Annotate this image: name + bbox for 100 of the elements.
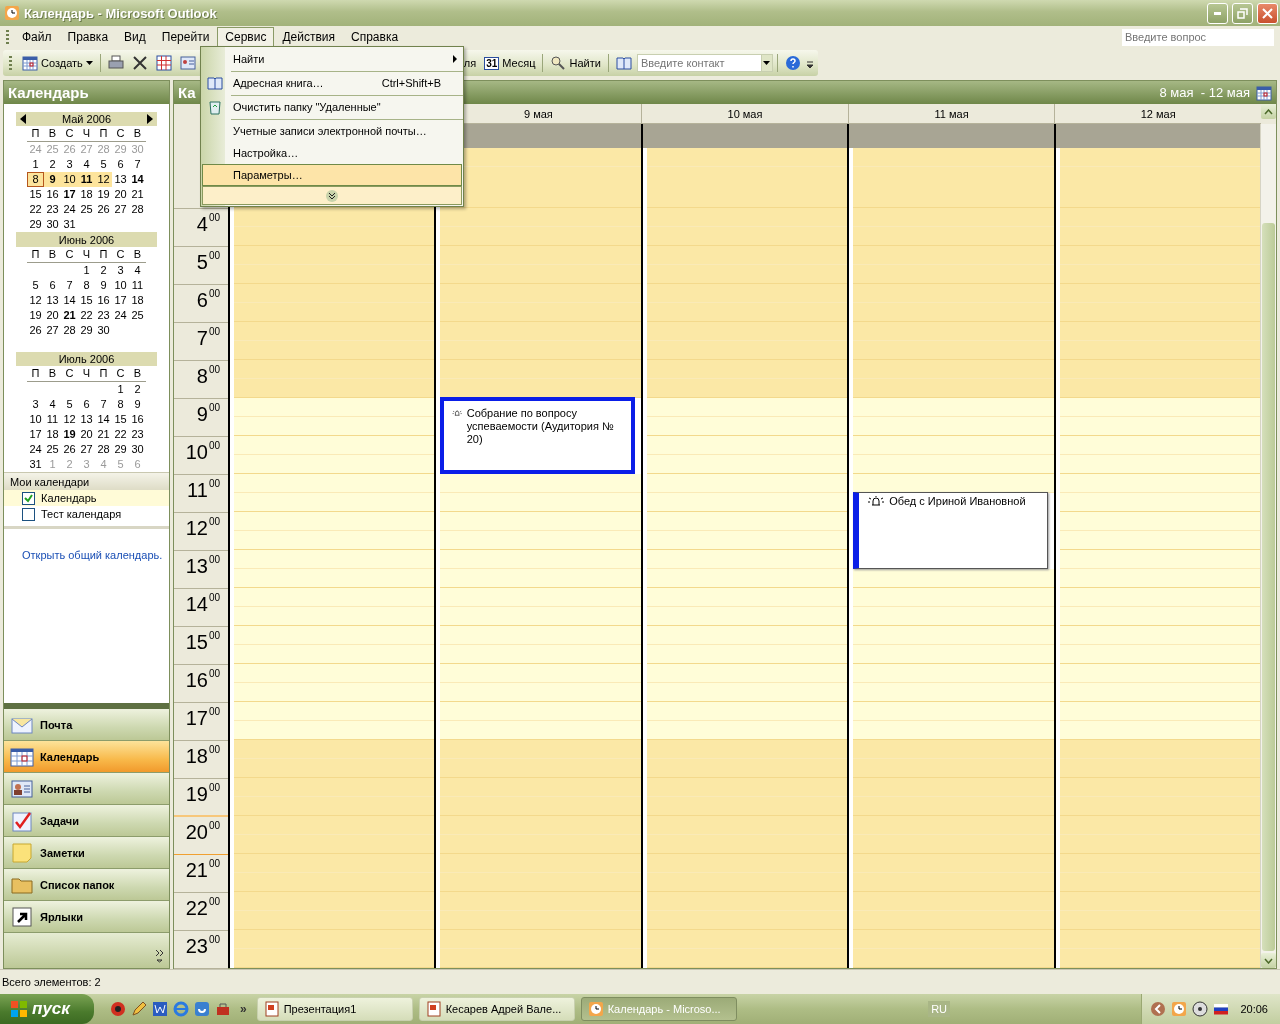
- calendar-day[interactable]: 4: [78, 157, 95, 172]
- calendar-day[interactable]: 26: [61, 442, 78, 457]
- calendar-day[interactable]: 28: [129, 202, 146, 217]
- calendar-day[interactable]: 27: [78, 442, 95, 457]
- calendar-day[interactable]: 8: [112, 397, 129, 412]
- menu-item[interactable]: Перейти: [153, 27, 218, 47]
- calendar-day[interactable]: 27: [112, 202, 129, 217]
- next-month-arrow-icon[interactable]: [146, 114, 154, 124]
- calendar-day[interactable]: 30: [95, 323, 112, 338]
- flag-icon[interactable]: [1213, 1001, 1230, 1017]
- calendar-day[interactable]: 28: [61, 323, 78, 338]
- calendar-day[interactable]: 5: [27, 278, 44, 293]
- disc-icon[interactable]: [1192, 1001, 1209, 1017]
- calendar-day[interactable]: 3: [112, 263, 129, 278]
- calendar-day[interactable]: 17: [27, 427, 44, 442]
- navigation-button[interactable]: Ярлыки: [4, 901, 169, 933]
- word-document-icon[interactable]: [152, 1001, 168, 1017]
- calendar-day[interactable]: 29: [27, 217, 44, 232]
- scroll-down-button[interactable]: [1261, 953, 1277, 968]
- calendar-day[interactable]: 31: [61, 217, 78, 232]
- navigation-button[interactable]: Календарь: [4, 741, 169, 773]
- calendar-day[interactable]: 21: [95, 427, 112, 442]
- calendar-day[interactable]: 11: [129, 278, 146, 293]
- calendar-day[interactable]: 9: [44, 172, 61, 187]
- calendar-day[interactable]: 7: [129, 157, 146, 172]
- scroll-up-button[interactable]: [1260, 104, 1276, 119]
- navigation-button[interactable]: Заметки: [4, 837, 169, 869]
- find-button[interactable]: Найти: [547, 52, 604, 74]
- question-field[interactable]: Введите вопрос: [1122, 28, 1274, 46]
- menu-item[interactable]: Сервис: [217, 27, 275, 47]
- calendar-day[interactable]: 20: [78, 427, 95, 442]
- calendar-day[interactable]: 24: [27, 442, 44, 457]
- calendar-day[interactable]: 2: [44, 157, 61, 172]
- calendar-day[interactable]: 19: [61, 427, 78, 442]
- calendar-day[interactable]: 26: [95, 202, 112, 217]
- pencil-icon[interactable]: [131, 1001, 147, 1017]
- calendar-day[interactable]: 19: [95, 187, 112, 202]
- open-shared-calendar-link[interactable]: Открыть общий календарь.: [22, 549, 163, 561]
- menu-item[interactable]: Правка: [59, 27, 117, 47]
- calendar-day[interactable]: 1: [78, 263, 95, 278]
- contact-field[interactable]: Введите контакт: [636, 54, 761, 72]
- calendar-day[interactable]: 31: [27, 457, 44, 472]
- calendar-day[interactable]: 12: [95, 172, 112, 187]
- navigation-button[interactable]: Список папок: [4, 869, 169, 901]
- calendar-day[interactable]: 30: [129, 442, 146, 457]
- calendar-day[interactable]: 12: [61, 412, 78, 427]
- navigation-button[interactable]: Контакты: [4, 773, 169, 805]
- calendar-day[interactable]: 22: [78, 308, 95, 323]
- menu-entry[interactable]: Адресная книга… Ctrl+Shift+B: [202, 72, 462, 94]
- calendar-day[interactable]: 9: [129, 397, 146, 412]
- expand-menu-button[interactable]: [202, 186, 462, 205]
- menu-item[interactable]: Справка: [343, 27, 407, 47]
- calendar-day[interactable]: 13: [44, 293, 61, 308]
- calendar-day[interactable]: 21: [61, 308, 78, 323]
- navigation-button[interactable]: Задачи: [4, 805, 169, 837]
- calendar-day[interactable]: 7: [95, 397, 112, 412]
- calendar-day[interactable]: 19: [27, 308, 44, 323]
- calendar-day[interactable]: 23: [129, 427, 146, 442]
- calendar-day[interactable]: 14: [129, 172, 146, 187]
- calendar-day[interactable]: 1: [27, 157, 44, 172]
- more-icons-chevron[interactable]: »: [240, 1002, 247, 1016]
- calendar-day[interactable]: 3: [27, 397, 44, 412]
- calendar-day[interactable]: 7: [61, 278, 78, 293]
- calendar-day[interactable]: 15: [78, 293, 95, 308]
- taskbar-button[interactable]: Презентация1: [256, 997, 413, 1021]
- calendar-day[interactable]: 10: [61, 172, 78, 187]
- calendar-day[interactable]: 1: [112, 382, 129, 397]
- new-button[interactable]: Создать: [19, 52, 96, 74]
- time-slot[interactable]: [853, 474, 1054, 493]
- calendar-day[interactable]: 4: [129, 263, 146, 278]
- calendar-day[interactable]: 5: [61, 397, 78, 412]
- calendar-day[interactable]: 29: [112, 442, 129, 457]
- calendar-day[interactable]: 25: [44, 442, 61, 457]
- calendar-day[interactable]: 25: [78, 202, 95, 217]
- taskbar-button[interactable]: Кесарев Адрей Вале...: [418, 997, 575, 1021]
- calendar-day[interactable]: 18: [129, 293, 146, 308]
- calendar-day[interactable]: 20: [44, 308, 61, 323]
- calendar-day[interactable]: 4: [44, 397, 61, 412]
- browser-icon[interactable]: [173, 1001, 189, 1017]
- refresh-icon[interactable]: [194, 1001, 210, 1017]
- calendar-day[interactable]: 10: [112, 278, 129, 293]
- calendar-day[interactable]: 6: [78, 397, 95, 412]
- calendar-day[interactable]: 24: [61, 202, 78, 217]
- menu-item[interactable]: Действия: [274, 27, 343, 47]
- appointment[interactable]: Обед с Ириной Ивановной: [853, 492, 1048, 569]
- calendar-day[interactable]: 23: [95, 308, 112, 323]
- calendar-day[interactable]: 16: [129, 412, 146, 427]
- week-button[interactable]: ля: [460, 52, 480, 74]
- calendar-day[interactable]: 27: [44, 323, 61, 338]
- appointment[interactable]: Собрание по вопросу успеваемости (Аудитория № 20): [440, 397, 635, 474]
- calendar-day[interactable]: 13: [112, 172, 129, 187]
- scroll-thumb[interactable]: [1262, 223, 1276, 951]
- calendar-day[interactable]: 18: [78, 187, 95, 202]
- menu-item[interactable]: Файл: [14, 27, 60, 47]
- menu-entry[interactable]: Настройка…: [202, 142, 462, 164]
- calendar-day[interactable]: 28: [95, 442, 112, 457]
- calendar-day[interactable]: 2: [95, 263, 112, 278]
- pane-splitter[interactable]: [4, 703, 169, 709]
- calendar-day[interactable]: 6: [44, 278, 61, 293]
- chevron-icon[interactable]: [155, 949, 164, 963]
